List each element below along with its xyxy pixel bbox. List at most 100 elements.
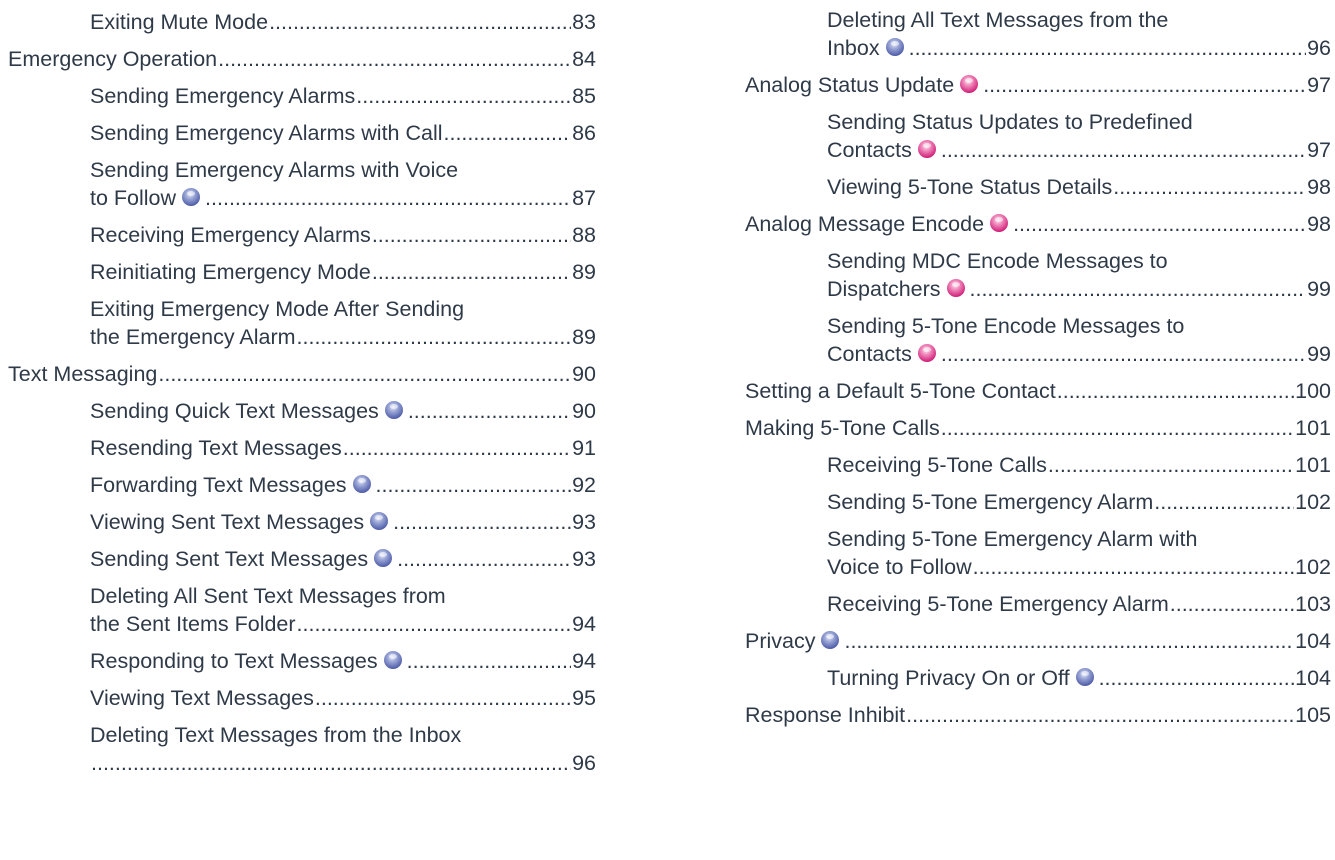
dot-leader [1154, 489, 1294, 516]
toc-entry-title: Response Inhibit [745, 702, 905, 729]
toc-line: Viewing Text Messages 95 [90, 685, 596, 712]
page-number: 104 [1295, 629, 1331, 653]
toc-entry-title: Contacts [827, 341, 940, 368]
toc-entry-text: Response Inhibit [745, 703, 906, 727]
toc-entry-text: Sending MDC Encode Messages to [827, 249, 1168, 273]
toc-line: the Sent Items Folder 94 [90, 611, 596, 638]
toc-line: Emergency Operation 84 [8, 46, 596, 73]
toc-line: Dispatchers 99 [827, 276, 1331, 303]
page-number: 93 [572, 510, 596, 534]
page-number: 85 [572, 84, 596, 108]
dot-leader [444, 120, 572, 147]
toc-line: the Emergency Alarm 89 [90, 324, 596, 351]
toc-entry-making-5-tone-calls[interactable]: Making 5-Tone Calls 101 [745, 415, 1331, 442]
toc-entry-sending-sent-text-messages[interactable]: Sending Sent Text Messages 93 [8, 546, 596, 573]
toc-entry-text: Inbox [827, 36, 880, 60]
dot-leader [1013, 211, 1306, 238]
toc-entry-setting-a-default-5-tone-contact[interactable]: Setting a Default 5-Tone Contact 100 [745, 378, 1331, 405]
toc-entry-text: Sending 5-Tone Encode Messages to [827, 314, 1185, 338]
toc-entry-privacy[interactable]: Privacy 104 [745, 628, 1331, 655]
toc-line: Exiting Mute Mode 83 [90, 9, 596, 36]
page-number: 101 [1295, 453, 1331, 477]
toc-entry-receiving-5-tone-emergency-alarm[interactable]: Receiving 5-Tone Emergency Alarm 103 [745, 591, 1331, 618]
page-number: 99 [1307, 277, 1331, 301]
toc-entry-emergency-operation[interactable]: Emergency Operation 84 [8, 46, 596, 73]
page-number: 97 [1307, 73, 1331, 97]
page-number: 104 [1295, 666, 1331, 690]
page-number: 96 [572, 751, 596, 775]
toc-entry-exiting-emergency-mode-after-sending[interactable]: Exiting Emergency Mode After Sending the … [8, 296, 596, 351]
toc-entry-viewing-sent-text-messages[interactable]: Viewing Sent Text Messages 93 [8, 509, 596, 536]
toc-entry-sending-5-tone-encode-messages-to[interactable]: Sending 5-Tone Encode Messages to Contact… [745, 313, 1331, 368]
toc-entry-title: Deleting All Sent Text Messages from [90, 583, 446, 610]
toc-line: Making 5-Tone Calls 101 [745, 415, 1331, 442]
toc-line: Viewing 5-Tone Status Details 98 [827, 174, 1331, 201]
toc-entry-sending-5-tone-emergency-alarm-with[interactable]: Sending 5-Tone Emergency Alarm with Voice… [745, 526, 1331, 581]
dot-leader [941, 341, 1306, 368]
page-number: 84 [572, 47, 596, 71]
toc-entry-title: Sending Emergency Alarms with Call [90, 120, 443, 147]
toc-entry-sending-status-updates-to-predefined[interactable]: Sending Status Updates to Predefined Cont… [745, 109, 1331, 164]
toc-entry-viewing-text-messages[interactable]: Viewing Text Messages 95 [8, 685, 596, 712]
toc-entry-analog-status-update[interactable]: Analog Status Update 97 [745, 72, 1331, 99]
toc-entry-reinitiating-emergency-mode[interactable]: Reinitiating Emergency Mode 89 [8, 259, 596, 286]
toc-line: Sending Sent Text Messages 93 [90, 546, 596, 573]
page-number: 105 [1295, 703, 1331, 727]
toc-entry-sending-quick-text-messages[interactable]: Sending Quick Text Messages 90 [8, 398, 596, 425]
toc-entry-title: Responding to Text Messages [90, 648, 406, 675]
toc-line: Forwarding Text Messages 92 [90, 472, 596, 499]
page-number: 98 [1307, 212, 1331, 236]
toc-entry-sending-mdc-encode-messages-to[interactable]: Sending MDC Encode Messages to Dispatcher… [745, 248, 1331, 303]
analog-icon [960, 74, 979, 93]
toc-entry-deleting-all-sent-text-messages-from[interactable]: Deleting All Sent Text Messages from the … [8, 583, 596, 638]
toc-entry-title: Viewing 5-Tone Status Details [827, 174, 1112, 201]
toc-line: Receiving 5-Tone Calls 101 [827, 452, 1331, 479]
toc-entry-forwarding-text-messages[interactable]: Forwarding Text Messages 92 [8, 472, 596, 499]
toc-entry-exiting-mute-mode[interactable]: Exiting Mute Mode 83 [8, 9, 596, 36]
toc-entry-text: Receiving Emergency Alarms [90, 223, 371, 247]
toc-entry-sending-emergency-alarms-with-voice[interactable]: Sending Emergency Alarms with Voice to Fo… [8, 157, 596, 212]
toc-line: Receiving Emergency Alarms 88 [90, 222, 596, 249]
toc-entry-text: to Follow [90, 186, 177, 210]
toc-entry-title: Dispatchers [827, 276, 969, 303]
dot-leader [269, 9, 571, 36]
page-number: 102 [1295, 490, 1331, 514]
dot-leader [407, 648, 571, 675]
toc-entry-response-inhibit[interactable]: Response Inhibit 105 [745, 702, 1331, 729]
toc-entry-receiving-emergency-alarms[interactable]: Receiving Emergency Alarms 88 [8, 222, 596, 249]
toc-entry-turning-privacy-on-or-off[interactable]: Turning Privacy On or Off 104 [745, 665, 1331, 692]
toc-entry-viewing-5-tone-status-details[interactable]: Viewing 5-Tone Status Details 98 [745, 174, 1331, 201]
toc-entry-title: Exiting Mute Mode [90, 9, 268, 36]
dot-leader [1170, 591, 1294, 618]
toc-entry-resending-text-messages[interactable]: Resending Text Messages 91 [8, 435, 596, 462]
toc-entry-text-messaging[interactable]: Text Messaging 90 [8, 361, 596, 388]
toc-line: Sending Emergency Alarms with Call 86 [90, 120, 596, 147]
toc-entry-text: Deleting All Sent Text Messages from [90, 584, 446, 608]
toc-entry-analog-message-encode[interactable]: Analog Message Encode 98 [745, 211, 1331, 238]
toc-line: Sending 5-Tone Emergency Alarm with [827, 526, 1331, 553]
digital-icon [885, 37, 904, 56]
toc-line: Resending Text Messages 91 [90, 435, 596, 462]
toc-entry-text: Sending Emergency Alarms [90, 84, 356, 108]
toc-entry-sending-5-tone-emergency-alarm[interactable]: Sending 5-Tone Emergency Alarm 102 [745, 489, 1331, 516]
toc-entry-title: Emergency Operation [8, 46, 217, 73]
toc-entry-sending-emergency-alarms[interactable]: Sending Emergency Alarms 85 [8, 83, 596, 110]
toc-entry-title: Sending 5-Tone Emergency Alarm with [827, 526, 1197, 553]
toc-entry-title: Making 5-Tone Calls [745, 415, 940, 442]
toc-entry-text: Exiting Emergency Mode After Sending [90, 297, 465, 321]
toc-entry-text: Dispatchers [827, 277, 941, 301]
toc-entry-deleting-text-messages-from-the-inbox[interactable]: Deleting Text Messages from the Inbox 96 [8, 722, 596, 777]
toc-entry-title: Reinitiating Emergency Mode [90, 259, 371, 286]
toc-entry-title: Text Messaging [8, 361, 157, 388]
toc-entry-title: Resending Text Messages [90, 435, 342, 462]
page-number: 94 [572, 612, 596, 636]
toc-line: Voice to Follow 102 [827, 554, 1331, 581]
toc-entry-receiving-5-tone-calls[interactable]: Receiving 5-Tone Calls 101 [745, 452, 1331, 479]
toc-entry-text: Setting a Default 5-Tone Contact [745, 379, 1056, 403]
toc-entry-text: Text Messaging [8, 362, 158, 386]
toc-line: Receiving 5-Tone Emergency Alarm 103 [827, 591, 1331, 618]
toc-entry-deleting-all-text-messages-from-the[interactable]: Deleting All Text Messages from the Inbox… [745, 7, 1331, 62]
toc-entry-sending-emergency-alarms-with-call[interactable]: Sending Emergency Alarms with Call 86 [8, 120, 596, 147]
toc-entry-responding-to-text-messages[interactable]: Responding to Text Messages 94 [8, 648, 596, 675]
toc-line: Setting a Default 5-Tone Contact 100 [745, 378, 1331, 405]
